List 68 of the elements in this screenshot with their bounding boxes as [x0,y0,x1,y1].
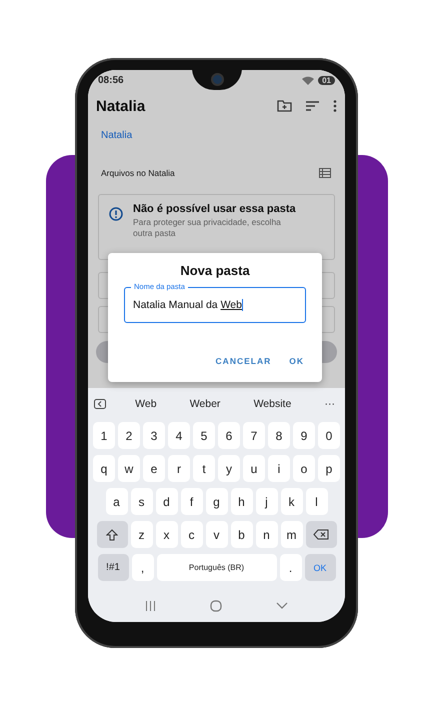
warning-title: Não é possível usar essa pasta [133,203,297,215]
back-icon[interactable] [276,602,288,610]
keyboard-key[interactable]: s [130,488,152,515]
new-folder-icon[interactable] [277,100,292,112]
section-title: Arquivos no Natalia [101,168,175,178]
backspace-key[interactable] [306,521,336,548]
keyboard-key[interactable]: d [156,488,178,515]
info-icon [109,207,123,221]
keyboard-key[interactable]: !#1 [98,554,128,581]
list-view-icon[interactable] [319,168,331,178]
keyboard-key[interactable]: v [206,521,228,548]
keyboard-key[interactable]: t [193,455,215,482]
dialog-button[interactable]: CANCELAR [214,352,274,370]
keyboard-key[interactable]: e [143,455,165,482]
keyboard-key[interactable]: n [256,521,278,548]
keyboard-key[interactable]: 8 [268,422,290,449]
keyboard-key[interactable]: 7 [243,422,265,449]
keyboard-key[interactable]: 4 [168,422,190,449]
dialog-button[interactable]: OK [287,352,306,370]
more-suggestions[interactable]: ··· [320,398,339,410]
recents-icon[interactable] [145,601,156,611]
suggestion[interactable]: Weber [186,398,224,410]
more-icon[interactable] [333,100,337,112]
shift-key[interactable] [96,521,128,548]
keyboard-key[interactable]: o [293,455,315,482]
backspace-icon [313,529,329,540]
keyboard-key[interactable]: g [206,488,228,515]
keyboard-key[interactable]: i [268,455,290,482]
wifi-icon [302,76,314,84]
keyboard-key[interactable]: h [230,488,252,515]
keyboard-key[interactable]: k [280,488,302,515]
keyboard-key[interactable]: Português (BR) [156,554,276,581]
status-time: 08:56 [98,74,124,86]
keyboard-key[interactable]: 3 [143,422,165,449]
keyboard-key[interactable]: y [218,455,240,482]
keyboard-key[interactable]: . [280,554,302,581]
suggestion[interactable]: Website [250,398,296,410]
keyboard-key[interactable]: j [256,488,278,515]
keyboard-key[interactable]: f [180,488,202,515]
keyboard-key[interactable]: w [118,455,140,482]
keyboard-key[interactable]: 9 [293,422,315,449]
sort-icon[interactable] [306,101,319,111]
app-title: Natalia [96,98,146,114]
keyboard-key[interactable]: z [130,521,152,548]
keyboard-key[interactable]: 2 [118,422,140,449]
keyboard-key[interactable]: m [280,521,302,548]
keyboard-key[interactable]: r [168,455,190,482]
shift-icon [106,528,118,540]
keyboard-key[interactable]: , [132,554,154,581]
keyboard-key[interactable]: c [180,521,202,548]
breadcrumb-link[interactable]: Natalia [101,130,132,141]
keyboard-key[interactable]: 1 [93,422,115,449]
home-icon[interactable] [210,600,222,612]
keyboard-key[interactable]: l [306,488,328,515]
collapse-icon[interactable] [94,399,106,409]
keyboard-key[interactable]: a [106,488,128,515]
keyboard-key[interactable]: 0 [318,422,340,449]
battery-level: 01 [318,76,335,84]
suggestion[interactable]: Web [131,398,161,410]
keyboard-key[interactable]: b [230,521,252,548]
keyboard-key[interactable]: u [243,455,265,482]
dialog-title: Nova pasta [179,263,251,278]
keyboard-key[interactable]: p [318,455,340,482]
keyboard-key[interactable]: q [93,455,115,482]
keyboard-key[interactable]: x [156,521,178,548]
warning-message: Para proteger sua privacidade, escolha outra pasta [133,217,282,238]
keyboard-key[interactable]: 5 [193,422,215,449]
keyboard-key[interactable]: 6 [218,422,240,449]
